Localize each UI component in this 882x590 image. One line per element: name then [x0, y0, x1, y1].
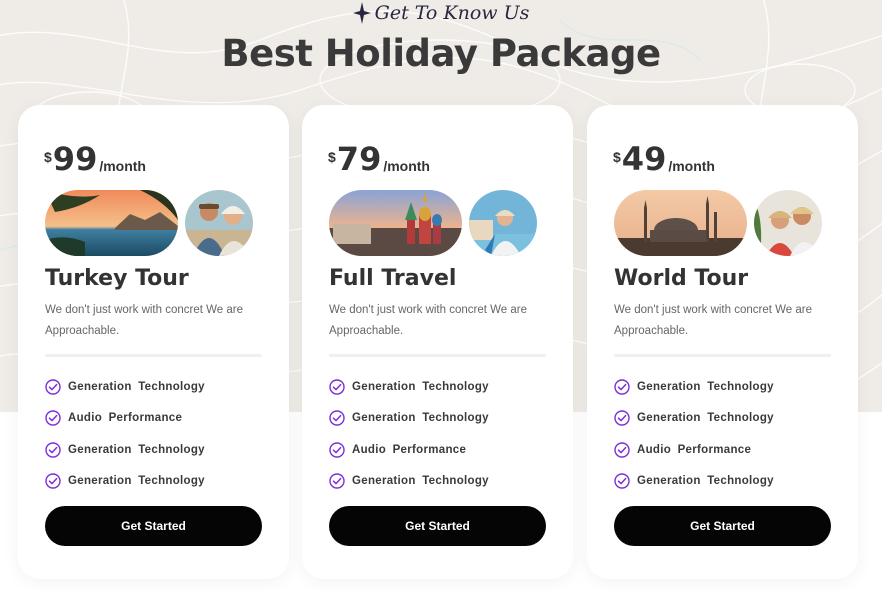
feature-item: Generation Technology	[614, 466, 774, 498]
feature-label: Audio Performance	[68, 412, 183, 425]
card-description: We don't just work with concret We are A…	[614, 304, 812, 337]
feature-item: Generation Technology	[45, 371, 205, 403]
price: $ 49 /month	[613, 141, 715, 177]
check-circle-icon	[329, 442, 345, 458]
get-started-button[interactable]: Get Started	[45, 506, 262, 546]
feature-label: Audio Performance	[352, 443, 467, 456]
feature-label: Generation Technology	[68, 443, 205, 456]
check-circle-icon	[329, 379, 345, 395]
price-amount: 79	[336, 140, 382, 178]
price-currency: $	[613, 149, 621, 165]
card-description: We don't just work with concret We are A…	[329, 304, 527, 337]
feature-item: Generation Technology	[329, 403, 489, 435]
traveler-photo-round	[469, 190, 537, 256]
check-circle-icon	[614, 442, 630, 458]
get-started-button[interactable]: Get Started	[614, 506, 831, 546]
feature-label: Generation Technology	[637, 475, 774, 488]
feature-item: Audio Performance	[45, 403, 205, 435]
check-circle-icon	[45, 442, 61, 458]
check-circle-icon	[329, 473, 345, 489]
sparkle-star-icon	[352, 2, 371, 24]
check-circle-icon	[614, 410, 630, 426]
tour-photo-wide	[614, 190, 747, 256]
pricing-card-turkey-tour: $ 99 /month Turkey Tour We don't just wo…	[18, 105, 289, 579]
feature-label: Generation Technology	[352, 380, 489, 393]
price-period: /month	[668, 158, 715, 174]
pricing-card-world-tour: $ 49 /month World Tour We don't just wor…	[587, 105, 858, 579]
divider	[45, 354, 262, 357]
price-currency: $	[328, 149, 336, 165]
feature-label: Generation Technology	[352, 412, 489, 425]
feature-label: Generation Technology	[68, 475, 205, 488]
feature-item: Generation Technology	[614, 371, 774, 403]
price-amount: 49	[621, 140, 667, 178]
card-title: Full Travel	[329, 266, 457, 291]
check-circle-icon	[329, 410, 345, 426]
eyebrow: Get To Know Us	[0, 2, 882, 24]
card-description: We don't just work with concret We are A…	[45, 304, 243, 337]
feature-list: Generation Technology Generation Technol…	[329, 371, 489, 497]
check-circle-icon	[45, 379, 61, 395]
check-circle-icon	[45, 410, 61, 426]
feature-item: Generation Technology	[329, 371, 489, 403]
feature-item: Audio Performance	[614, 434, 774, 466]
card-title: Turkey Tour	[45, 266, 189, 291]
check-circle-icon	[614, 379, 630, 395]
feature-item: Generation Technology	[45, 466, 205, 498]
feature-label: Generation Technology	[637, 380, 774, 393]
feature-label: Generation Technology	[637, 412, 774, 425]
tour-photo-wide	[45, 190, 178, 256]
feature-list: Generation Technology Audio Performance …	[45, 371, 205, 497]
tour-photo-wide	[329, 190, 462, 256]
price: $ 99 /month	[44, 141, 146, 177]
check-circle-icon	[614, 473, 630, 489]
traveler-photo-round	[185, 190, 253, 256]
feature-list: Generation Technology Generation Technol…	[614, 371, 774, 497]
divider	[614, 354, 831, 357]
feature-item: Generation Technology	[45, 434, 205, 466]
price: $ 79 /month	[328, 141, 430, 177]
feature-label: Audio Performance	[637, 443, 752, 456]
divider	[329, 354, 546, 357]
get-started-button[interactable]: Get Started	[329, 506, 546, 546]
section-title: Best Holiday Package	[221, 32, 661, 75]
feature-item: Audio Performance	[329, 434, 489, 466]
price-period: /month	[99, 158, 146, 174]
feature-label: Generation Technology	[352, 475, 489, 488]
check-circle-icon	[45, 473, 61, 489]
price-amount: 99	[52, 140, 98, 178]
eyebrow-text: Get To Know Us	[374, 2, 530, 24]
price-currency: $	[44, 149, 52, 165]
card-title: World Tour	[614, 266, 749, 291]
feature-label: Generation Technology	[68, 380, 205, 393]
pricing-card-full-travel: $ 79 /month Full Travel We don't just wo…	[302, 105, 573, 579]
traveler-photo-round	[754, 190, 822, 256]
feature-item: Generation Technology	[614, 403, 774, 435]
feature-item: Generation Technology	[329, 466, 489, 498]
price-period: /month	[383, 158, 430, 174]
